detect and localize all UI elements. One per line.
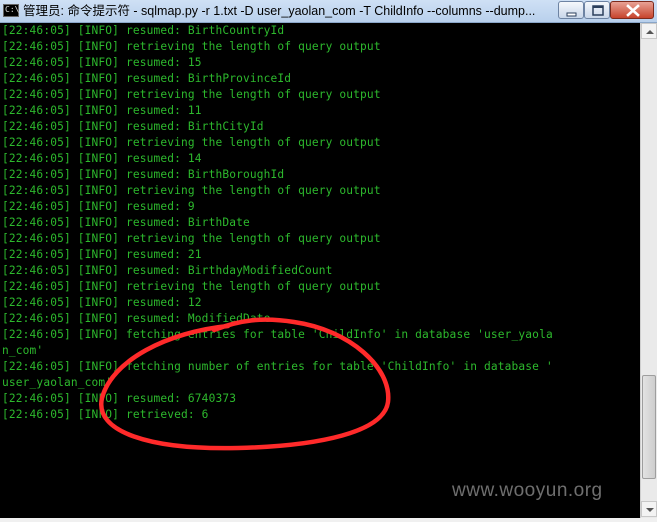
title-bar[interactable]: C:\ 管理员: 命令提示符 - sqlmap.py -r 1.txt -D u… <box>0 0 657 23</box>
console-line: [22:46:05] [INFO] resumed: 14 <box>2 152 202 165</box>
console-line: [22:46:05] [INFO] resumed: ModifiedDate <box>2 312 271 325</box>
vertical-scrollbar[interactable] <box>640 23 657 518</box>
console-line: [22:46:05] [INFO] retrieving the length … <box>2 88 381 101</box>
console-line: [22:46:05] [INFO] retrieved: 6 <box>2 408 209 421</box>
console-line: [22:46:05] [INFO] resumed: BirthCityId <box>2 120 264 133</box>
minimize-icon <box>566 12 577 17</box>
close-button[interactable] <box>610 1 654 19</box>
minimize-button[interactable] <box>558 1 584 19</box>
console-line: user_yaolan_com' <box>2 376 113 389</box>
console-line: [22:46:05] [INFO] resumed: BirthProvince… <box>2 72 292 85</box>
console-line: n_com' <box>2 344 44 357</box>
console-window: C:\ 管理员: 命令提示符 - sqlmap.py -r 1.txt -D u… <box>0 0 657 518</box>
console-line: [22:46:05] [INFO] resumed: BirthdayModif… <box>2 264 333 277</box>
console-line: [22:46:05] [INFO] resumed: 12 <box>2 296 202 309</box>
console-line: [22:46:05] [INFO] retrieving the length … <box>2 232 381 245</box>
console-line: [22:46:05] [INFO] retrieving the length … <box>2 184 381 197</box>
console-line: [22:46:05] [INFO] resumed: 21 <box>2 248 202 261</box>
watermark: www.wooyun.org <box>452 480 603 501</box>
console-line: [22:46:05] [INFO] retrieving the length … <box>2 280 381 293</box>
console-line: [22:46:05] [INFO] retrieving the length … <box>2 136 381 149</box>
arrow-down-icon <box>646 508 654 512</box>
console-line: [22:46:05] [INFO] resumed: BirthDate <box>2 216 250 229</box>
console-line: [22:46:05] [INFO] resumed: BirthCountryI… <box>2 24 285 37</box>
console-output[interactable]: [22:46:05] [INFO] resumed: BirthCountryI… <box>0 23 640 518</box>
console-line: [22:46:05] [INFO] resumed: 15 <box>2 56 202 69</box>
cmd-icon[interactable]: C:\ <box>3 4 19 17</box>
console-line: [22:46:05] [INFO] resumed: 6740373 <box>2 392 237 405</box>
console-line: [22:46:05] [INFO] resumed: 9 <box>2 200 195 213</box>
maximize-button[interactable] <box>584 1 610 19</box>
console-line: [22:46:05] [INFO] resumed: 11 <box>2 104 202 117</box>
console-line: [22:46:05] [INFO] resumed: BirthBoroughI… <box>2 168 285 181</box>
console-line: [22:46:05] [INFO] fetching number of ent… <box>2 360 553 373</box>
scroll-thumb[interactable] <box>642 375 656 479</box>
maximize-icon <box>592 5 604 16</box>
console-line: [22:46:05] [INFO] fetching entries for t… <box>2 328 553 341</box>
arrow-up-icon <box>646 30 654 34</box>
window-title: 管理员: 命令提示符 - sqlmap.py -r 1.txt -D user_… <box>23 4 536 18</box>
console-line: [22:46:05] [INFO] retrieving the length … <box>2 40 381 53</box>
scroll-up-button[interactable] <box>641 23 657 39</box>
close-icon <box>626 4 640 17</box>
